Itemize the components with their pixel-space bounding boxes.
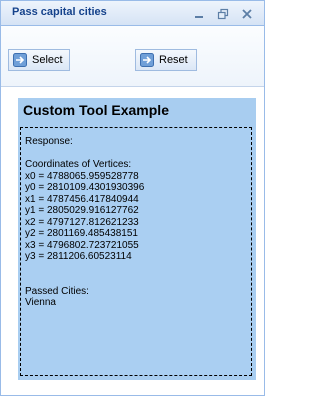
arrow-right-icon <box>140 53 154 67</box>
maximize-icon[interactable] <box>217 8 229 20</box>
vertex-line: y2 = 2801169.485438151 <box>25 228 138 239</box>
reset-label: Reset <box>159 54 188 66</box>
coords-label: Coordinates of Vertices: <box>25 159 132 170</box>
minimize-icon[interactable] <box>193 8 205 20</box>
vertex-line: x0 = 4788065.959528778 <box>25 170 139 182</box>
close-icon[interactable] <box>241 8 253 20</box>
vertex-line: y3 = 2811206.60523114 <box>25 251 132 262</box>
select-button[interactable]: Select <box>8 49 70 71</box>
panel-title: Custom Tool Example <box>23 102 169 118</box>
window-titlebar[interactable]: Pass capital cities <box>1 1 264 26</box>
response-label: Response: <box>25 136 73 147</box>
vertex-line: y0 = 2810109.4301930396 <box>25 182 145 193</box>
window-title: Pass capital cities <box>12 6 107 18</box>
passed-cities-label: Passed Cities: <box>25 285 89 297</box>
select-label: Select <box>32 54 63 66</box>
city-value: Vienna <box>25 297 56 308</box>
response-text: Response: Coordinates of Vertices: x0 = … <box>25 136 144 309</box>
reset-button[interactable]: Reset <box>135 49 197 71</box>
tool-window: Pass capital cities Select Reset Custom … <box>0 0 265 396</box>
vertex-line: x2 = 4797127.812621233 <box>25 216 139 228</box>
toolbar: Select Reset <box>1 26 264 87</box>
vertex-line: y1 = 2805029.916127762 <box>25 205 139 216</box>
response-output: Response: Coordinates of Vertices: x0 = … <box>20 127 252 376</box>
panel-header: Custom Tool Example <box>18 98 256 124</box>
vertex-line: x3 = 4796802.723721055 <box>25 239 139 251</box>
arrow-right-icon <box>13 53 27 67</box>
vertex-line: x1 = 4787456.417840944 <box>25 193 139 205</box>
custom-tool-panel: Custom Tool Example Response: Coordinate… <box>18 98 256 380</box>
